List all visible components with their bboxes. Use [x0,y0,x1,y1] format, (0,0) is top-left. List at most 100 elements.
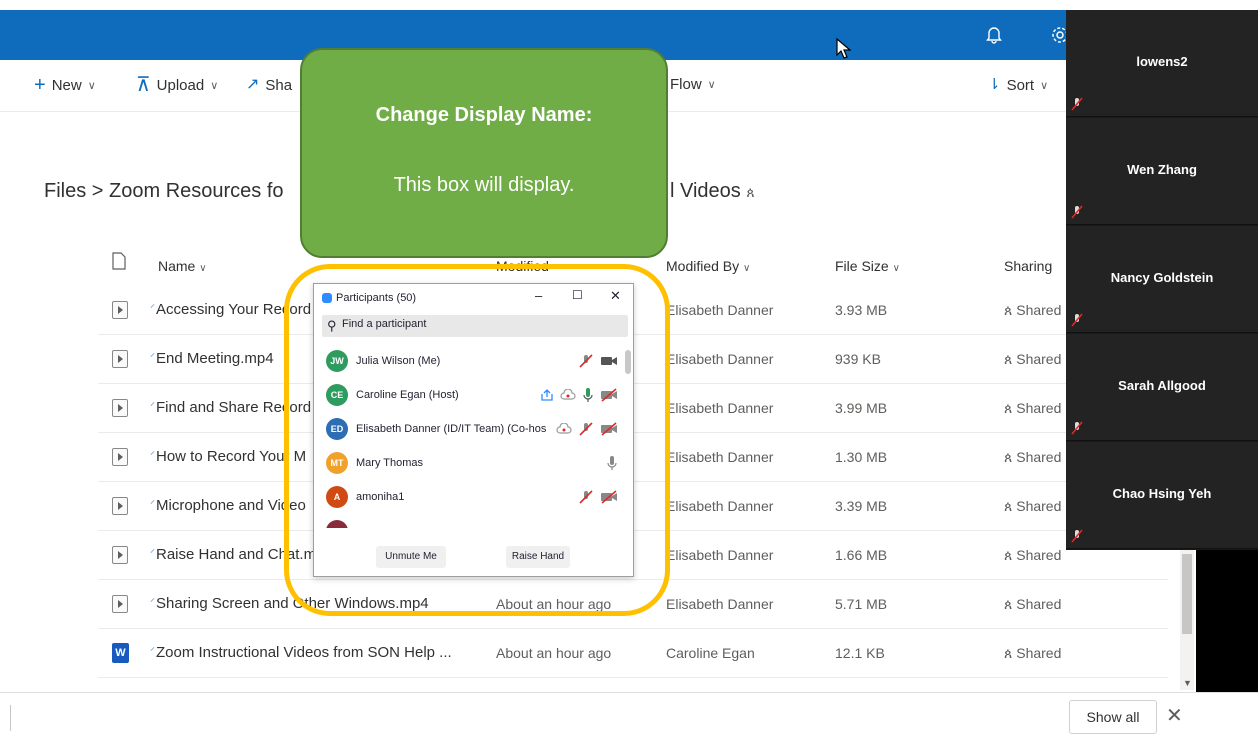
participant-video-tile[interactable]: Wen Zhang [1066,118,1258,225]
mic-muted-icon [1071,97,1083,111]
mouse-cursor-icon [836,38,852,59]
column-header-sharing[interactable]: Sharing [1004,258,1052,274]
video-off-icon[interactable] [600,422,618,436]
video-file-icon [112,350,128,368]
vertical-scrollbar[interactable]: ▼ [1180,550,1194,690]
maximize-icon[interactable]: ☐ [572,288,583,302]
participant-row[interactable] [326,518,618,528]
new-item-icon: ⸝ [150,397,155,408]
participant-video-tile[interactable]: Sarah Allgood [1066,334,1258,441]
video-file-icon [112,546,128,564]
mic-muted-icon [1071,313,1083,327]
divider [10,705,11,731]
participant-video-tile[interactable]: lowens2 [1066,10,1258,117]
show-all-button[interactable]: Show all [1069,700,1157,734]
avatar: ED [326,418,348,440]
mic-muted-icon [1071,421,1083,435]
new-button[interactable]: + New ∨ [34,74,96,96]
mic-muted-icon[interactable] [578,353,594,369]
shared-icon: ጰ [1004,547,1017,563]
word-file-icon: W [112,643,129,663]
screen: + New ∨ ⊼ Upload ∨ ↗ Sha Flow ∨ ⇂ Sort ∨… [0,0,1258,742]
participant-row[interactable]: CE Caroline Egan (Host) [326,382,618,408]
new-item-icon: ⸝ [150,593,155,604]
screen-edge [1196,550,1258,692]
shared-icon: ጰ [1004,400,1017,416]
shared-icon: ጰ [1004,449,1017,465]
chevron-down-icon: ∨ [210,79,219,92]
mic-active-icon[interactable] [582,387,594,403]
share-button[interactable]: ↗ Sha [246,76,292,94]
column-header-name[interactable]: Name ∨ [158,258,207,274]
download-bar: Show all ✕ [0,692,1258,742]
scrollbar-thumb[interactable] [1182,554,1192,634]
search-icon: ⚲ [327,318,337,333]
participants-panel: Participants (50) – ☐ ✕ ⚲ JW Julia Wilso… [313,283,634,577]
participant-row[interactable]: MT Mary Thomas [326,450,618,476]
column-header-modified-by[interactable]: Modified By ∨ [666,258,750,274]
cloud-record-icon[interactable] [556,423,572,435]
video-off-icon[interactable] [600,388,618,402]
table-row[interactable]: W ⸝ Zoom Instructional Videos from SON H… [98,629,1168,678]
avatar: MT [326,452,348,474]
participant-row[interactable]: A amoniha1 [326,484,618,510]
instruction-callout: Change Display Name: This box will displ… [300,48,668,258]
sort-icon: ⇂ [988,76,1001,93]
participant-row[interactable]: ED Elisabeth Danner (ID/IT Team) (Co-hos… [326,416,618,442]
video-file-icon [112,595,128,613]
new-item-icon: ⸝ [150,299,155,310]
avatar: JW [326,350,348,372]
video-file-icon [112,497,128,515]
video-file-icon [112,399,128,417]
column-header-file-size[interactable]: File Size ∨ [835,258,900,274]
panel-scrollbar[interactable] [625,346,631,526]
file-type-header-icon[interactable] [112,252,126,273]
sort-button[interactable]: ⇂ Sort ∨ [988,76,1048,94]
mic-muted-icon[interactable] [578,489,594,505]
chevron-down-icon: ∨ [1040,79,1049,92]
share-icon: ↗ [246,76,260,93]
upload-button[interactable]: ⊼ Upload ∨ [136,74,219,96]
search-input[interactable] [342,318,612,330]
mic-muted-icon [1071,529,1083,543]
new-item-icon: ⸝ [150,495,155,506]
shared-icon: ጰ [1004,596,1017,612]
participant-video-tile[interactable]: Chao Hsing Yeh [1066,442,1258,549]
mic-icon[interactable] [606,455,618,471]
mic-muted-icon [1071,205,1083,219]
flow-button[interactable]: Flow ∨ [670,76,716,93]
upload-icon: ⊼ [136,74,151,96]
shared-icon: ጰ [1004,351,1017,367]
shared-icon: ጰ [1004,302,1017,318]
breadcrumb-current[interactable]: l Videos ጰ [670,180,755,203]
breadcrumb[interactable]: Files > Zoom Resources fo [44,180,284,203]
panel-title: Participants (50) [336,292,417,304]
unmute-me-button[interactable]: Unmute Me [376,546,446,568]
callout-title: Change Display Name: [375,104,593,126]
video-file-icon [112,301,128,319]
avatar: A [326,486,348,508]
close-icon[interactable]: ✕ [1166,703,1183,728]
plus-icon: + [34,74,46,96]
close-icon[interactable]: ✕ [610,288,621,304]
scroll-down-icon[interactable]: ▼ [1183,678,1192,688]
scrollbar-thumb[interactable] [625,350,631,374]
minimize-icon[interactable]: – [535,288,542,303]
new-item-icon: ⸝ [150,642,155,653]
shared-icon: ጰ [1004,645,1017,661]
chevron-down-icon: ∨ [199,263,207,274]
participant-search[interactable]: ⚲ [322,315,628,337]
shared-icon: ጰ [1004,498,1017,514]
chevron-down-icon: ∨ [743,263,751,274]
raise-hand-button[interactable]: Raise Hand [506,546,570,568]
new-item-icon: ⸝ [150,348,155,359]
avatar: CE [326,384,348,406]
cloud-record-icon[interactable] [560,389,576,401]
participant-video-tile[interactable]: Nancy Goldstein [1066,226,1258,333]
bell-icon[interactable] [986,26,1002,44]
mic-muted-icon[interactable] [578,421,594,437]
participant-row[interactable]: JW Julia Wilson (Me) [326,348,618,374]
video-icon[interactable] [600,354,618,368]
share-screen-icon[interactable] [540,388,554,402]
video-off-icon[interactable] [600,490,618,504]
